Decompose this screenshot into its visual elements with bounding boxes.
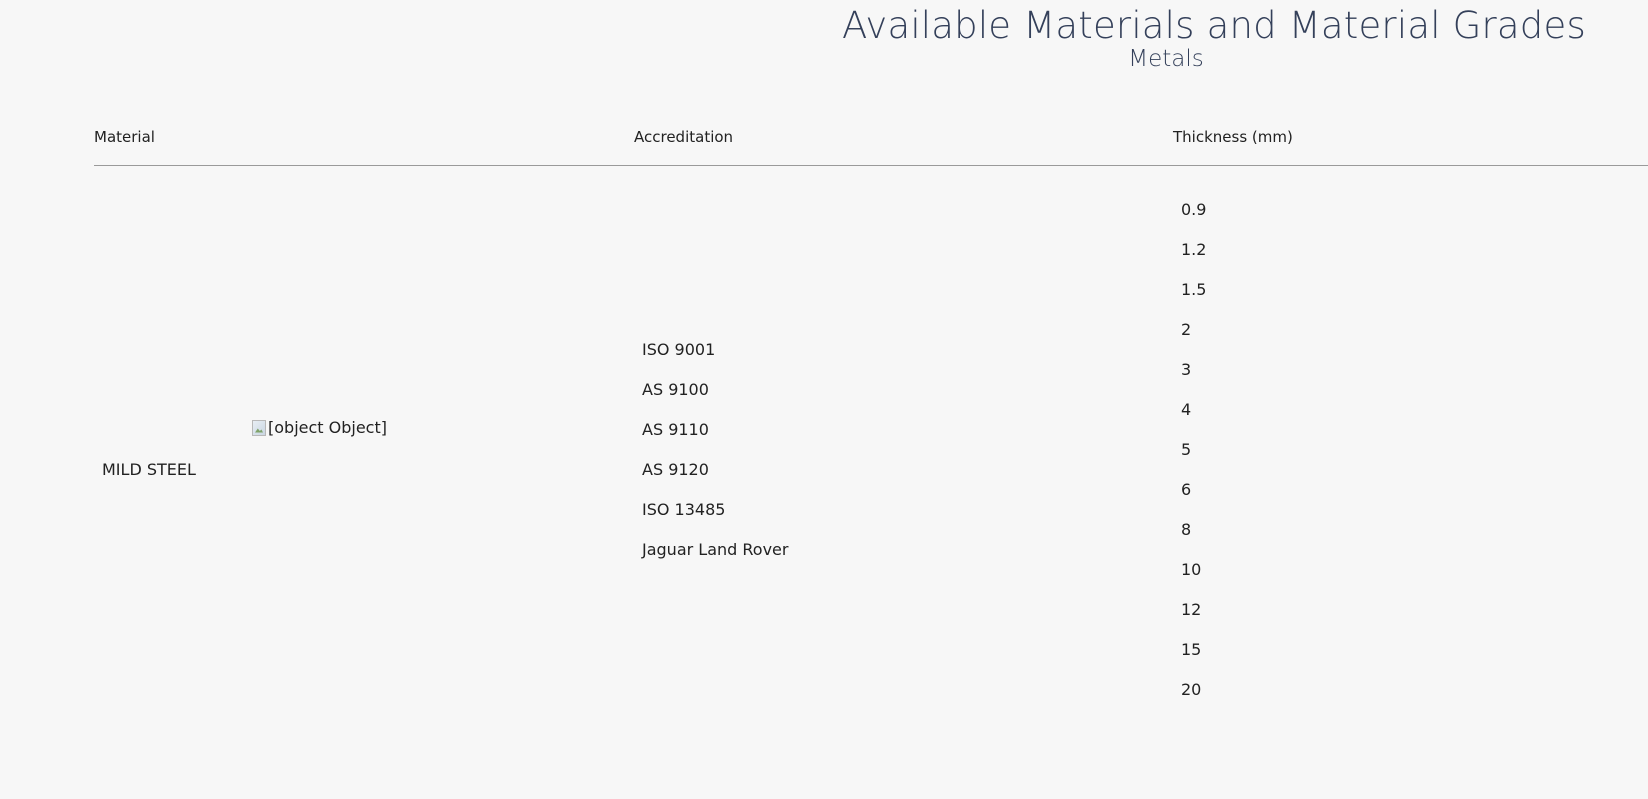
- page-subtitle: Metals: [1128, 46, 1204, 72]
- thickness-list: 0.9 1.2 1.5 2 3 4 5 6 8 10 12 15 20: [1181, 190, 1206, 710]
- list-item: ISO 9001: [642, 340, 716, 359]
- list-item: AS 9110: [642, 420, 709, 439]
- list-item: 1.2: [1181, 240, 1207, 259]
- list-item: AS 9120: [642, 460, 709, 479]
- list-item: 10: [1181, 560, 1202, 579]
- accreditation-list: ISO 9001 AS 9100 AS 9110 AS 9120 ISO 134…: [642, 330, 788, 570]
- list-item: 2: [1181, 320, 1192, 339]
- list-item: 12: [1181, 600, 1202, 619]
- list-item: AS 9100: [642, 380, 709, 399]
- list-item: 20: [1181, 680, 1202, 699]
- list-item: Jaguar Land Rover: [642, 540, 789, 559]
- list-item: 15: [1181, 640, 1202, 659]
- material-image: [object Object]: [252, 418, 387, 437]
- list-item: 8: [1181, 520, 1192, 539]
- list-item: 4: [1181, 400, 1192, 419]
- list-item: 0.9: [1181, 200, 1207, 219]
- header-divider: [94, 165, 1648, 166]
- broken-image-icon: [252, 419, 266, 436]
- list-item: ISO 13485: [642, 500, 726, 519]
- page-title: Available Materials and Material Grades: [842, 4, 1586, 47]
- materials-table: Material Accreditation Thickness (mm) MI…: [94, 110, 1648, 750]
- column-header-thickness: Thickness (mm): [1173, 128, 1293, 146]
- list-item: 1.5: [1181, 280, 1207, 299]
- list-item: 6: [1181, 480, 1192, 499]
- list-item: 3: [1181, 360, 1192, 379]
- material-image-alt: [object Object]: [268, 418, 387, 437]
- column-header-accreditation: Accreditation: [634, 128, 734, 146]
- page-header: Available Materials and Material Grades …: [0, 0, 1648, 90]
- column-header-material: Material: [94, 128, 155, 146]
- list-item: 5: [1181, 440, 1192, 459]
- material-name: MILD STEEL: [102, 460, 196, 479]
